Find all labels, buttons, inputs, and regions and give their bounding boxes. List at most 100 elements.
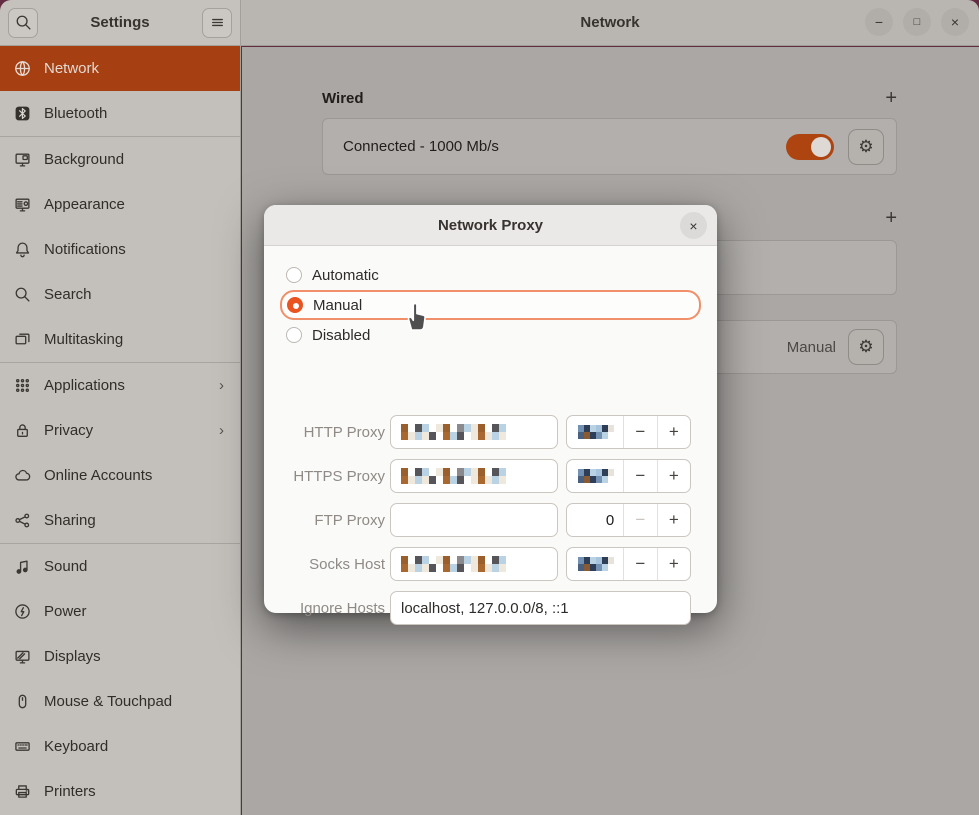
port-value[interactable]: 0 bbox=[567, 504, 623, 536]
sidebar-item-label: Printers bbox=[44, 783, 226, 800]
port-decrement-button[interactable]: − bbox=[623, 416, 656, 448]
sidebar-item-label: Background bbox=[44, 151, 226, 168]
close-icon: × bbox=[689, 218, 697, 234]
sidebar-item-search[interactable]: Search bbox=[0, 272, 240, 317]
dialog-title: Network Proxy bbox=[438, 217, 543, 234]
port-increment-button[interactable]: + bbox=[657, 460, 690, 492]
sharing-icon bbox=[14, 512, 31, 529]
ignore-hosts-value: localhost, 127.0.0.0/8, ::1 bbox=[401, 600, 569, 617]
sidebar-item-appearance[interactable]: Appearance bbox=[0, 182, 240, 227]
gear-icon: ⚙ bbox=[858, 137, 873, 157]
sidebar-item-label: Privacy bbox=[44, 422, 206, 439]
radio-icon bbox=[286, 327, 302, 343]
minimize-button[interactable]: − bbox=[865, 8, 893, 36]
redacted-port-value bbox=[578, 557, 614, 571]
add-vpn-icon[interactable]: + bbox=[885, 208, 897, 228]
sidebar-item-printers[interactable]: Printers bbox=[0, 769, 240, 814]
sidebar-item-label: Sound bbox=[44, 558, 226, 575]
port-increment-button[interactable]: + bbox=[657, 504, 690, 536]
sidebar-item-label: Bluetooth bbox=[44, 105, 226, 122]
gear-icon: ⚙ bbox=[858, 337, 873, 357]
wired-section-title: Wired bbox=[322, 90, 364, 107]
http-proxy-host-input[interactable] bbox=[390, 415, 558, 449]
toggle-knob bbox=[811, 137, 831, 157]
proxy-settings-button[interactable]: ⚙ bbox=[848, 329, 884, 365]
ignore-hosts-label: Ignore Hosts bbox=[281, 600, 385, 617]
port-value[interactable] bbox=[567, 460, 623, 492]
redacted-host-value bbox=[401, 556, 506, 572]
page-title: Network bbox=[580, 14, 639, 31]
ignore-hosts-row: Ignore Hosts localhost, 127.0.0.0/8, ::1 bbox=[281, 591, 691, 625]
hamburger-icon bbox=[209, 14, 226, 31]
redacted-port-value bbox=[578, 425, 614, 439]
socks-host-input[interactable] bbox=[390, 547, 558, 581]
wired-section-header: Wired + bbox=[322, 88, 897, 108]
sidebar-item-label: Multitasking bbox=[44, 331, 226, 348]
port-decrement-button[interactable]: − bbox=[623, 548, 656, 580]
maximize-button[interactable]: □ bbox=[903, 8, 931, 36]
http-proxy-label: HTTP Proxy bbox=[281, 424, 385, 441]
printers-icon bbox=[14, 783, 31, 800]
radio-label: Manual bbox=[313, 297, 362, 314]
bluetooth-icon bbox=[14, 105, 31, 122]
port-decrement-button[interactable]: − bbox=[623, 460, 656, 492]
https-proxy-host-input[interactable] bbox=[390, 459, 558, 493]
wired-toggle[interactable] bbox=[786, 134, 834, 160]
search-button[interactable] bbox=[8, 8, 38, 38]
ftp-proxy-row: FTP Proxy 0 − + bbox=[281, 503, 691, 537]
app-title: Settings bbox=[90, 14, 149, 31]
sidebar-item-multitasking[interactable]: Multitasking bbox=[0, 317, 240, 362]
sidebar-item-notifications[interactable]: Notifications bbox=[0, 227, 240, 272]
radio-option-automatic[interactable]: Automatic bbox=[281, 261, 700, 289]
sidebar-item-sound[interactable]: Sound bbox=[0, 544, 240, 589]
sound-icon bbox=[14, 558, 31, 575]
notifications-icon bbox=[14, 241, 31, 258]
sidebar-item-privacy[interactable]: Privacy › bbox=[0, 408, 240, 453]
port-value[interactable] bbox=[567, 548, 623, 580]
sidebar-item-background[interactable]: Background bbox=[0, 137, 240, 182]
power-icon bbox=[14, 603, 31, 620]
sidebar-item-power[interactable]: Power bbox=[0, 589, 240, 634]
add-wired-connection-icon[interactable]: + bbox=[885, 88, 897, 108]
redacted-host-value bbox=[401, 468, 506, 484]
sidebar-item-sharing[interactable]: Sharing bbox=[0, 498, 240, 543]
privacy-icon bbox=[14, 422, 31, 439]
menu-button[interactable] bbox=[202, 8, 232, 38]
port-decrement-button[interactable]: − bbox=[623, 504, 656, 536]
wired-settings-button[interactable]: ⚙ bbox=[848, 129, 884, 165]
sidebar-titlebar: Settings bbox=[0, 0, 241, 46]
sidebar-item-mouse-touchpad[interactable]: Mouse & Touchpad bbox=[0, 679, 240, 724]
sidebar-item-label: Sharing bbox=[44, 512, 226, 529]
chevron-right-icon: › bbox=[219, 377, 224, 394]
ftp-proxy-port-spinner: 0 − + bbox=[566, 503, 691, 537]
ignore-hosts-input[interactable]: localhost, 127.0.0.0/8, ::1 bbox=[390, 591, 691, 625]
radio-option-disabled[interactable]: Disabled bbox=[281, 321, 700, 349]
socks-host-row: Socks Host − + bbox=[281, 547, 691, 581]
sidebar-item-label: Mouse & Touchpad bbox=[44, 693, 226, 710]
sidebar-item-online-accounts[interactable]: Online Accounts bbox=[0, 453, 240, 498]
sidebar-item-bluetooth[interactable]: Bluetooth bbox=[0, 91, 240, 136]
sidebar-item-keyboard[interactable]: Keyboard bbox=[0, 724, 240, 769]
applications-icon bbox=[14, 377, 31, 394]
close-button[interactable]: × bbox=[941, 8, 969, 36]
sidebar-item-network[interactable]: Network bbox=[0, 46, 240, 91]
dialog-header: Network Proxy × bbox=[264, 205, 717, 246]
sidebar-item-displays[interactable]: Displays bbox=[0, 634, 240, 679]
https-proxy-port-spinner: − + bbox=[566, 459, 691, 493]
port-increment-button[interactable]: + bbox=[657, 416, 690, 448]
chevron-right-icon: › bbox=[219, 422, 224, 439]
multitasking-icon bbox=[14, 331, 31, 348]
network-proxy-dialog: Network Proxy × Automatic Manual Disable… bbox=[264, 205, 717, 613]
sidebar-item-label: Network bbox=[44, 60, 226, 77]
dialog-close-button[interactable]: × bbox=[680, 212, 707, 239]
sidebar-item-label: Search bbox=[44, 286, 226, 303]
sidebar: Network Bluetooth Background Appearance … bbox=[0, 46, 241, 815]
mouse-icon bbox=[14, 693, 31, 710]
sidebar-item-label: Notifications bbox=[44, 241, 226, 258]
ftp-proxy-host-input[interactable] bbox=[390, 503, 558, 537]
sidebar-item-applications[interactable]: Applications › bbox=[0, 363, 240, 408]
port-value[interactable] bbox=[567, 416, 623, 448]
port-increment-button[interactable]: + bbox=[657, 548, 690, 580]
wired-connection-card: Connected - 1000 Mb/s ⚙ bbox=[322, 118, 897, 175]
radio-option-manual[interactable]: Manual bbox=[280, 290, 701, 320]
